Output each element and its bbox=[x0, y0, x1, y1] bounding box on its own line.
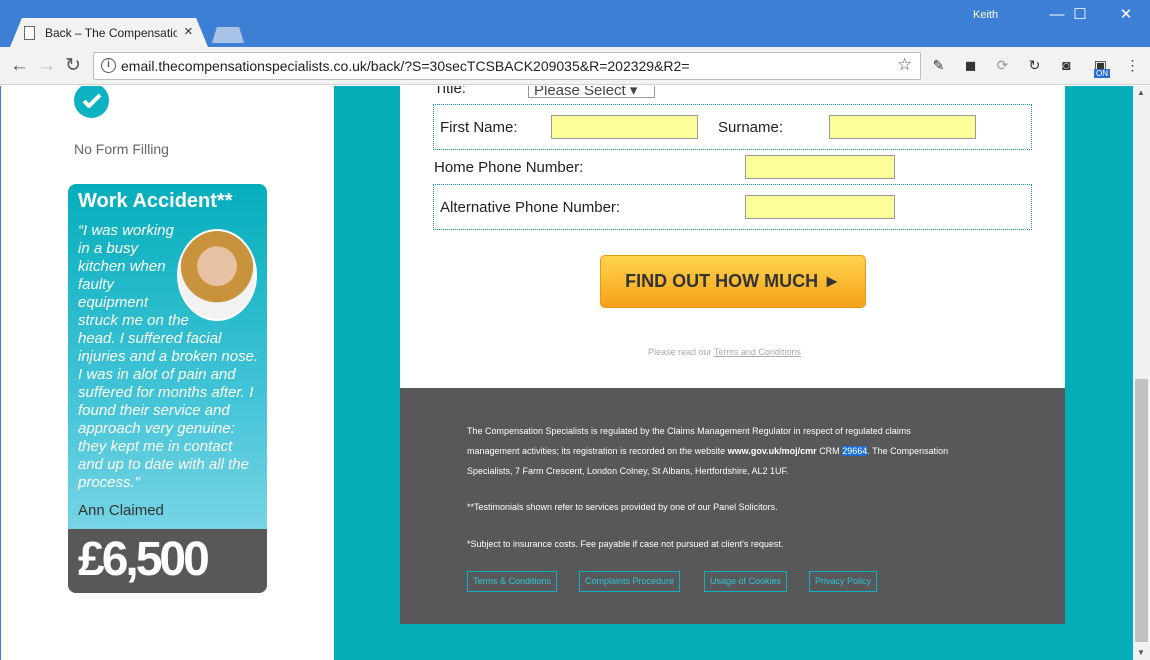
address-bar-url[interactable]: email.thecompensationspecialists.co.uk/b… bbox=[121, 58, 690, 74]
tab-close-icon[interactable]: × bbox=[184, 24, 193, 40]
terms-note: Please read our Terms and Conditions bbox=[648, 347, 801, 357]
home-phone-field[interactable] bbox=[745, 155, 895, 179]
maximize-icon[interactable]: ☐ bbox=[1057, 2, 1103, 28]
footer-link-cookies[interactable]: Usage of Cookies bbox=[704, 571, 788, 592]
surname-field[interactable] bbox=[829, 115, 976, 139]
forward-icon[interactable]: → bbox=[37, 55, 56, 77]
extension-ghost-icon[interactable]: ◙ bbox=[1058, 57, 1075, 74]
site-info-icon[interactable]: i bbox=[101, 58, 116, 73]
alt-phone-field[interactable] bbox=[745, 195, 895, 219]
regulator-site[interactable]: www.gov.uk/moj/cmr bbox=[728, 446, 817, 456]
page-favicon-icon bbox=[24, 26, 35, 40]
terms-link[interactable]: Terms and Conditions bbox=[714, 347, 801, 357]
window-border bbox=[0, 86, 1, 660]
extension-sync-icon[interactable]: ⟳ bbox=[994, 57, 1011, 74]
testimonial-name: Ann Claimed bbox=[78, 502, 164, 519]
checkmark-icon bbox=[74, 86, 109, 118]
crm-number: 29664 bbox=[842, 446, 868, 456]
scroll-down-icon[interactable]: ▼ bbox=[1137, 648, 1145, 657]
insurance-disclaimer: *Subject to insurance costs. Fee payable… bbox=[467, 539, 784, 549]
scroll-up-icon[interactable]: ▲ bbox=[1137, 88, 1145, 97]
find-out-how-much-button[interactable]: FIND OUT HOW MUCH ► bbox=[600, 255, 866, 308]
tab-title: Back – The Compensatio bbox=[45, 26, 177, 40]
regulation-line-3: Specialists, 7 Farm Crescent, London Col… bbox=[467, 466, 789, 476]
bookmark-star-icon[interactable]: ☆ bbox=[897, 55, 912, 75]
footer-link-privacy[interactable]: Privacy Policy bbox=[809, 571, 878, 592]
feature-label: No Form Filling bbox=[74, 141, 169, 157]
footer-link-complaints[interactable]: Complaints Procedure bbox=[579, 571, 681, 592]
back-icon[interactable]: ← bbox=[10, 55, 29, 77]
browser-menu-icon[interactable]: ⋮ bbox=[1124, 57, 1141, 74]
testimonial-amount: £6,500 bbox=[78, 533, 210, 586]
close-window-icon[interactable]: ✕ bbox=[1103, 2, 1149, 28]
new-tab-button[interactable] bbox=[212, 27, 244, 43]
testimonial-disclaimer: **Testimonials shown refer to services p… bbox=[467, 502, 778, 512]
testimonial-title: Work Accident** bbox=[78, 190, 233, 212]
title-select[interactable]: Please Select ▾ bbox=[528, 86, 655, 98]
title-label: Title: bbox=[434, 86, 466, 97]
extension-on-badge: ON bbox=[1094, 69, 1110, 78]
testimonial-card: Work Accident** “I was working in a busy… bbox=[68, 184, 267, 593]
regulation-line-1: The Compensation Specialists is regulate… bbox=[467, 426, 911, 436]
page-viewport: No Form Filling Work Accident** “I was w… bbox=[0, 86, 1133, 660]
footer-link-terms[interactable]: Terms & Conditions bbox=[467, 571, 558, 592]
extension-refresh-icon[interactable]: ↻ bbox=[1026, 57, 1043, 74]
extension-mask-icon[interactable]: ◼ bbox=[962, 57, 979, 74]
scrollbar-thumb[interactable] bbox=[1135, 379, 1148, 642]
home-phone-label: Home Phone Number: bbox=[434, 159, 584, 176]
testimonial-photo bbox=[177, 229, 257, 321]
regulation-line-2: management activities; its registration … bbox=[467, 446, 949, 456]
terms-prefix: Please read our bbox=[648, 347, 712, 357]
browser-user-name[interactable]: Keith bbox=[973, 9, 998, 21]
alt-phone-label: Alternative Phone Number: bbox=[440, 199, 621, 216]
extension-pen-icon[interactable]: ✎ bbox=[930, 57, 947, 74]
reload-icon[interactable]: ↻ bbox=[65, 55, 81, 77]
surname-label: Surname: bbox=[718, 119, 784, 136]
first-name-label: First Name: bbox=[440, 119, 518, 136]
first-name-field[interactable] bbox=[551, 115, 698, 139]
